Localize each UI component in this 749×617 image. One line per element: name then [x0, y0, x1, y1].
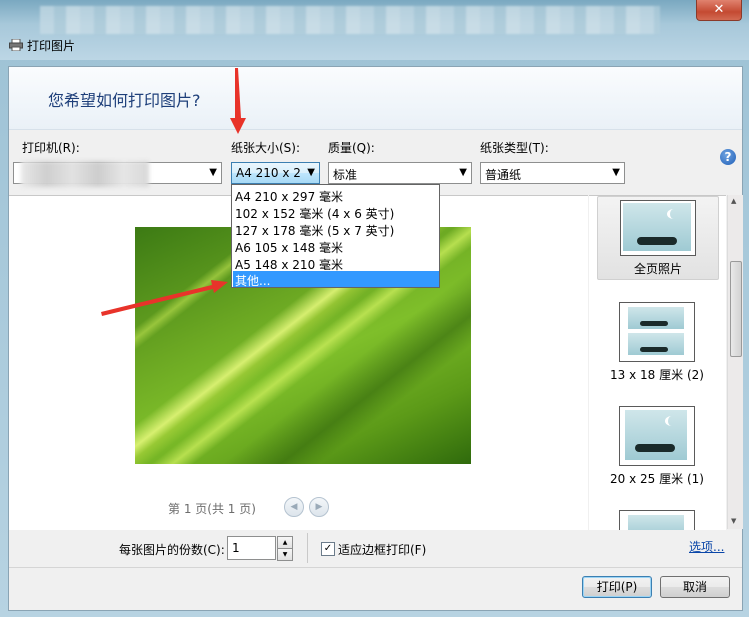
cancel-button[interactable]: 取消: [660, 576, 730, 598]
paper-size-value: A4 210 x 29: [236, 166, 300, 180]
chevron-down-icon: ▼: [459, 167, 467, 178]
blurred-background-title: [40, 6, 660, 34]
scroll-down-icon[interactable]: ▼: [731, 517, 736, 525]
dialog-body: 您希望如何打印图片? 打印机(R): 纸张大小(S): 质量(Q): 纸张类型(…: [8, 66, 743, 611]
layout-item-partial[interactable]: [597, 510, 717, 530]
chevron-down-icon: ▼: [307, 167, 315, 178]
spin-down-button[interactable]: ▼: [277, 548, 293, 561]
header-band: 您希望如何打印图片?: [9, 67, 742, 130]
fit-frame-checkbox[interactable]: ✓: [321, 542, 335, 556]
next-page-button[interactable]: ▶: [309, 497, 329, 517]
help-icon[interactable]: ?: [720, 149, 736, 165]
arrow-left-icon: ◀: [290, 502, 298, 512]
window-title: 打印图片: [27, 39, 76, 53]
layout-thumbnail: [619, 406, 695, 466]
paper-size-dropdown: A4 210 x 297 毫米 102 x 152 毫米 (4 x 6 英寸) …: [231, 184, 440, 288]
paper-size-select[interactable]: A4 210 x 29 ▼: [231, 162, 320, 184]
printer-icon: [9, 39, 23, 51]
layout-thumbnail: [620, 200, 696, 256]
printer-name-redacted: [21, 161, 149, 187]
quality-select[interactable]: 标准 ▼: [328, 162, 472, 184]
layout-label: 13 x 18 厘米 (2): [610, 368, 704, 382]
paper-type-select[interactable]: 普通纸 ▼: [480, 162, 625, 184]
print-button[interactable]: 打印(P): [582, 576, 652, 598]
layout-thumbnail: [619, 302, 695, 362]
divider: [307, 533, 308, 563]
quality-label: 质量(Q):: [328, 141, 375, 155]
chevron-down-icon: ▼: [612, 167, 620, 178]
dropdown-option[interactable]: A5 148 x 210 毫米: [234, 255, 439, 272]
paper-type-value: 普通纸: [485, 168, 522, 182]
fit-frame-label[interactable]: 适应边框打印(F): [338, 541, 426, 558]
dropdown-option[interactable]: 102 x 152 毫米 (4 x 6 英寸): [234, 204, 439, 221]
layout-thumbnail: [619, 510, 695, 530]
quality-value: 标准: [333, 168, 358, 182]
printer-label: 打印机(R):: [22, 141, 80, 155]
options-link[interactable]: 选项...: [689, 538, 724, 555]
layout-list: 全页照片 13 x 18 厘米 (2) 20 x 25 厘米 (1): [589, 195, 726, 530]
chevron-down-icon: ▼: [209, 167, 217, 178]
window-frame: ✕ 打印图片 您希望如何打印图片? 打印机(R): 纸张大小(S): 质量(Q)…: [0, 0, 749, 617]
page-indicator: 第 1 页(共 1 页): [168, 502, 256, 516]
previous-page-button[interactable]: ◀: [284, 497, 304, 517]
scrollbar-thumb[interactable]: [730, 261, 742, 357]
dropdown-option[interactable]: A4 210 x 297 毫米: [234, 187, 439, 204]
dialog-question: 您希望如何打印图片?: [48, 91, 201, 110]
arrow-right-icon: ▶: [315, 502, 323, 512]
dropdown-option-selected[interactable]: 其他...: [233, 271, 439, 288]
dropdown-option[interactable]: 127 x 178 毫米 (5 x 7 英寸): [234, 221, 439, 238]
paper-type-label: 纸张类型(T):: [480, 141, 549, 155]
close-button[interactable]: ✕: [696, 0, 742, 21]
layout-item-13x18[interactable]: 13 x 18 厘米 (2): [597, 302, 717, 384]
paper-size-label: 纸张大小(S):: [231, 141, 301, 155]
copies-input[interactable]: 1: [227, 536, 276, 560]
dropdown-option[interactable]: A6 105 x 148 毫米: [234, 238, 439, 255]
layout-scrollbar[interactable]: ▲ ▼: [727, 195, 743, 529]
title-bar[interactable]: ✕ 打印图片: [0, 0, 749, 60]
scroll-up-icon[interactable]: ▲: [731, 197, 736, 205]
layout-item-full-page[interactable]: 全页照片: [597, 196, 719, 280]
separator: [9, 567, 742, 568]
layout-label: 全页照片: [633, 262, 682, 276]
copies-label: 每张图片的份数(C):: [119, 543, 225, 557]
layout-item-20x25[interactable]: 20 x 25 厘米 (1): [597, 406, 717, 488]
layout-label: 20 x 25 厘米 (1): [610, 472, 704, 486]
